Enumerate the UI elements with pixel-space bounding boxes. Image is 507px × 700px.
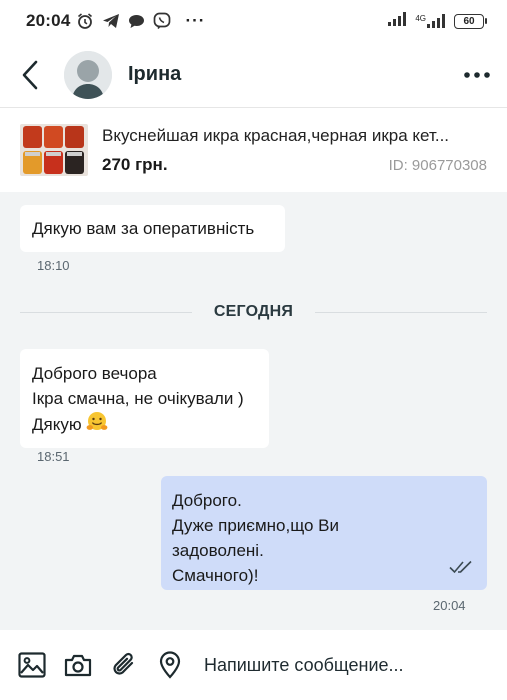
- product-jars-image: [20, 124, 88, 176]
- location-pin-icon: [159, 651, 181, 679]
- chat-header: Ірина: [0, 42, 507, 108]
- product-info: Вкуснейшая икра красная,черная икра кет.…: [102, 126, 487, 175]
- message-line: задоволені.: [172, 541, 264, 560]
- product-thumbnail[interactable]: [20, 124, 88, 176]
- more-options-button[interactable]: [447, 42, 507, 108]
- back-arrow-icon: [22, 60, 38, 89]
- message-line: Дякую: [32, 415, 82, 434]
- more-notifications-icon: ···: [185, 11, 206, 30]
- message-time: 18:51: [37, 449, 70, 464]
- message-input-bar: [0, 630, 507, 700]
- more-dots-icon: [464, 71, 490, 78]
- image-icon: [18, 652, 46, 678]
- message-line: Дуже приємно,що Ви: [172, 516, 340, 535]
- user-avatar-icon: [64, 50, 112, 99]
- message-line: Смачного)!: [172, 566, 259, 585]
- hugging-face-emoji: [86, 412, 108, 430]
- avatar[interactable]: [64, 50, 112, 99]
- message-time: 20:04: [433, 598, 466, 613]
- paperclip-icon: [113, 652, 134, 675]
- message-time: 18:10: [37, 258, 70, 273]
- message-text: Дякую вам за оперативність: [32, 219, 255, 238]
- camera-button[interactable]: [64, 651, 92, 679]
- product-price: 270 грн.: [102, 154, 168, 174]
- alarm-icon: [76, 12, 94, 30]
- date-divider-label: СЕГОДНЯ: [213, 303, 294, 320]
- status-time: 20:04: [26, 11, 71, 30]
- camera-icon: [64, 654, 92, 677]
- product-card[interactable]: Вкуснейшая икра красная,черная икра кет.…: [0, 108, 507, 192]
- message-bubble-incoming[interactable]: Доброго вечора Ікра смачна, не очікували…: [20, 349, 269, 448]
- contact-name[interactable]: Ірина: [128, 63, 181, 86]
- message-bubble-incoming[interactable]: Дякую вам за оперативність: [20, 205, 285, 252]
- notification-icons: ···: [76, 11, 205, 31]
- battery-icon: 60: [454, 13, 487, 29]
- message-line: Доброго вечора: [32, 364, 157, 383]
- product-id: ID: 906770308: [388, 156, 487, 174]
- back-button[interactable]: [0, 42, 60, 108]
- chat-bubble-icon: [128, 14, 145, 29]
- status-bar: 20:04 ··· 4G 60: [0, 0, 507, 42]
- location-button[interactable]: [156, 651, 184, 679]
- viber-icon: [153, 12, 171, 30]
- double-check-icon: [449, 560, 472, 574]
- battery-level: 60: [454, 13, 484, 29]
- message-bubble-outgoing[interactable]: Доброго. Дуже приємно,що Ви задоволені. …: [161, 476, 487, 590]
- signal-4g-icon: 4G: [415, 13, 448, 29]
- message-input[interactable]: [204, 654, 484, 676]
- product-title[interactable]: Вкуснейшая икра красная,черная икра кет.…: [102, 126, 486, 146]
- telegram-icon: [102, 13, 120, 29]
- attach-file-button[interactable]: [110, 651, 138, 679]
- attach-image-button[interactable]: [18, 651, 46, 679]
- date-divider: СЕГОДНЯ: [20, 300, 487, 324]
- chat-area[interactable]: Дякую вам за оперативність 18:10 СЕГОДНЯ…: [0, 192, 507, 630]
- message-line: Ікра смачна, не очікували ): [32, 389, 244, 408]
- message-line: Доброго.: [172, 491, 242, 510]
- signal-icon: [387, 11, 409, 32]
